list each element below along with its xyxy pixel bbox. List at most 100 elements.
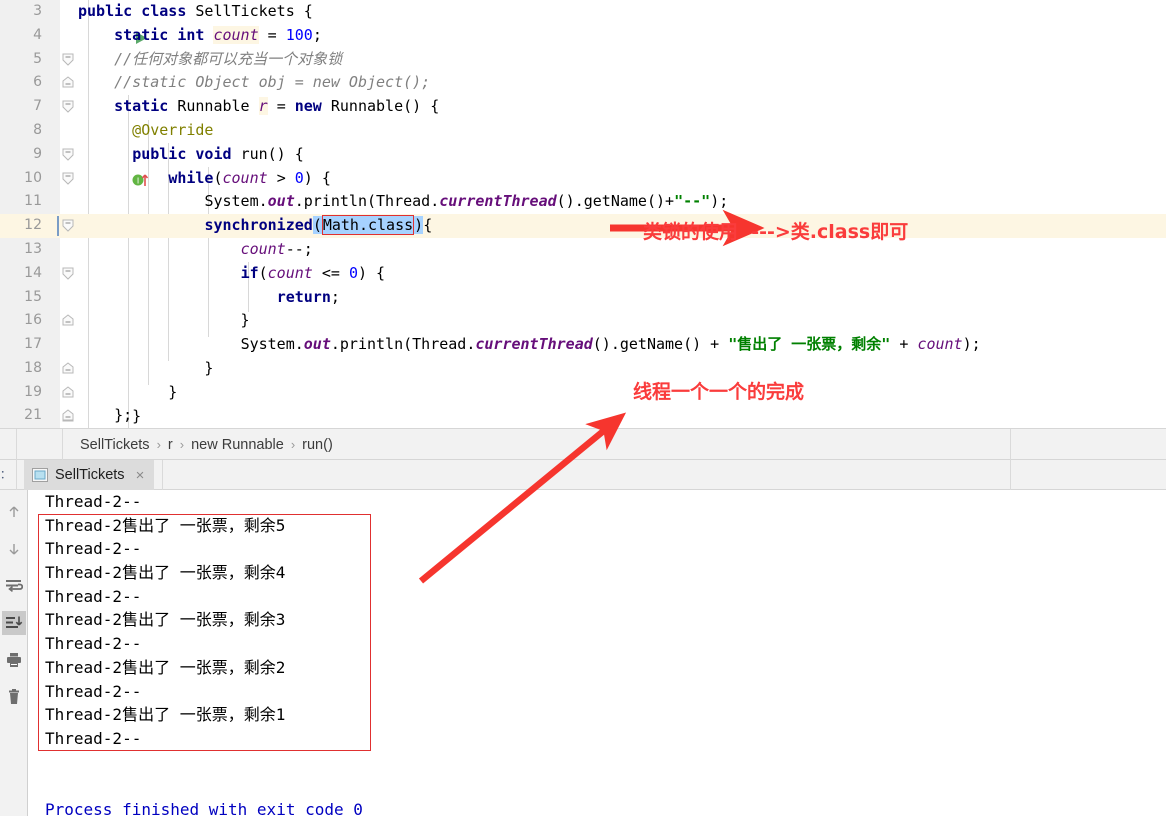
editor-gutter[interactable]: 10 (0, 166, 60, 191)
line-number: 13 (24, 241, 42, 257)
line-number: 5 (33, 50, 42, 67)
fold-marker[interactable] (62, 381, 78, 405)
line-number: 4 (33, 26, 42, 43)
panel-divider (16, 460, 17, 490)
editor-gutter[interactable]: 4 (0, 23, 60, 48)
code-line[interactable]: 10 while(count > 0) { (0, 166, 1166, 191)
line-number: 8 (33, 122, 42, 138)
code-text: count--; (240, 240, 313, 258)
code-line[interactable]: 6 //static Object obj = new Object(); (0, 71, 1166, 96)
code-line[interactable]: 21 }; (0, 404, 1166, 429)
console-tab-bar[interactable]: ： SellTickets × (0, 460, 1166, 490)
editor-gutter[interactable]: 21 (0, 404, 60, 429)
ide-window: 3 public class SellTickets { 4 static in… (0, 0, 1166, 816)
fold-marker[interactable] (62, 357, 78, 381)
editor-gutter[interactable]: 6 (0, 71, 60, 96)
line-number: 3 (33, 3, 42, 19)
line-number: 9 (33, 145, 42, 162)
editor-gutter[interactable]: 9 I (0, 142, 149, 186)
console-line: Thread-2-- (45, 539, 142, 559)
console-output[interactable]: Thread-2-- Thread-2售出了 一张票，剩余5 Thread-2-… (29, 490, 1166, 816)
editor-gutter[interactable]: 5 (0, 47, 60, 72)
close-icon[interactable]: × (136, 467, 145, 484)
fold-marker[interactable] (62, 214, 78, 238)
editor-gutter[interactable]: 19 (0, 380, 60, 405)
line-number: 10 (24, 169, 42, 186)
fold-marker[interactable] (62, 404, 78, 428)
scroll-up-icon[interactable] (2, 500, 26, 524)
console-line: Thread-2-- (45, 586, 142, 606)
line-number: 14 (24, 264, 42, 281)
code-line[interactable]: 19 } (0, 380, 1166, 405)
code-text: } (78, 382, 178, 401)
panel-divider (1010, 460, 1011, 490)
editor-gutter[interactable]: 16 (0, 309, 60, 334)
editor-gutter[interactable]: 18 (0, 357, 60, 381)
breadcrumb-item-method[interactable]: run() (302, 437, 333, 453)
editor-gutter[interactable]: 7 (0, 95, 60, 119)
line-number: 18 (24, 360, 42, 376)
run-tool-window-label: ： (0, 469, 11, 481)
code-line[interactable]: 3 public class SellTickets { (0, 0, 1166, 44)
console-line: Thread-2-- (45, 492, 142, 511)
code-line[interactable]: 17 System.out.println(Thread.currentThre… (0, 333, 1166, 357)
code-line[interactable]: 13 count--; (0, 238, 1166, 262)
breadcrumb-item-class[interactable]: SellTickets (80, 437, 150, 453)
console-line: Thread-2售出了 一张票，剩余2 (45, 657, 286, 677)
fold-marker[interactable] (62, 71, 78, 95)
code-line-current[interactable]: 12 synchronized(Math.class){ (0, 214, 1166, 238)
editor-gutter[interactable]: 12 (0, 214, 60, 238)
breadcrumb[interactable]: SellTickets › r › new Runnable › run() (0, 428, 1166, 461)
line-number: 16 (24, 312, 42, 329)
code-line[interactable]: 18 } (0, 357, 1166, 381)
breadcrumb-separator-icon: › (290, 437, 296, 452)
code-editor[interactable]: 3 public class SellTickets { 4 static in… (0, 0, 1166, 428)
annotation-note-class-lock: 类锁的使用 --->类.class即可 (643, 221, 909, 243)
code-text: } (78, 311, 250, 330)
soft-wrap-icon[interactable] (2, 574, 26, 598)
print-icon[interactable] (2, 648, 26, 672)
panel-divider (16, 429, 17, 461)
breadcrumb-item-anon-class[interactable]: new Runnable (191, 437, 284, 453)
code-line[interactable]: 5 //任何对象都可以充当一个对象锁 (0, 47, 1166, 72)
code-text: static int count = 100; (114, 25, 322, 44)
scroll-down-icon[interactable] (2, 537, 26, 561)
code-line[interactable]: 11 System.out.println(Thread.currentThre… (0, 190, 1166, 215)
breadcrumb-separator-icon: › (156, 437, 161, 452)
fold-marker[interactable] (62, 167, 78, 191)
editor-gutter[interactable]: 11 (0, 190, 60, 215)
line-number: 6 (33, 74, 42, 91)
code-line[interactable]: 9 I public void run() { (0, 142, 1166, 186)
editor-gutter[interactable]: 13 (0, 238, 60, 262)
scroll-to-end-icon[interactable] (2, 611, 26, 635)
fold-marker[interactable] (62, 309, 78, 333)
code-line[interactable]: 16 } (0, 309, 1166, 334)
code-text: return; (276, 287, 340, 306)
fold-marker[interactable] (62, 143, 78, 167)
code-line[interactable]: 7 static Runnable r = new Runnable() { (0, 95, 1166, 119)
editor-gutter[interactable]: 17 (0, 333, 60, 357)
fold-marker[interactable] (62, 48, 78, 72)
console-tab-selltickets[interactable]: SellTickets × (24, 460, 155, 490)
fold-marker[interactable] (62, 95, 78, 119)
code-text: while(count > 0) { (168, 168, 331, 187)
code-text: static Runnable r = new Runnable() { (114, 97, 440, 116)
fold-marker[interactable] (62, 262, 78, 286)
code-line[interactable]: 8 @Override (0, 119, 1166, 143)
editor-gutter[interactable]: 15 (0, 285, 60, 310)
console-line: Thread-2-- (45, 728, 142, 748)
panel-divider (62, 429, 63, 461)
code-text: @Override (78, 121, 214, 139)
code-text: if(count <= 0) { (240, 263, 386, 282)
code-line[interactable]: 14 if(count <= 0) { (0, 261, 1166, 286)
code-text: public void run() { (132, 144, 304, 163)
code-line[interactable]: 15 return; (0, 285, 1166, 310)
editor-gutter[interactable]: 14 (0, 261, 60, 286)
editor-gutter[interactable]: 3 (0, 0, 148, 44)
code-line[interactable]: 4 static int count = 100; (0, 23, 1166, 48)
editor-gutter[interactable]: 8 (0, 119, 60, 143)
console-toolbar[interactable] (0, 490, 28, 816)
trash-icon[interactable] (2, 685, 26, 709)
line-number: 12 (24, 217, 42, 234)
